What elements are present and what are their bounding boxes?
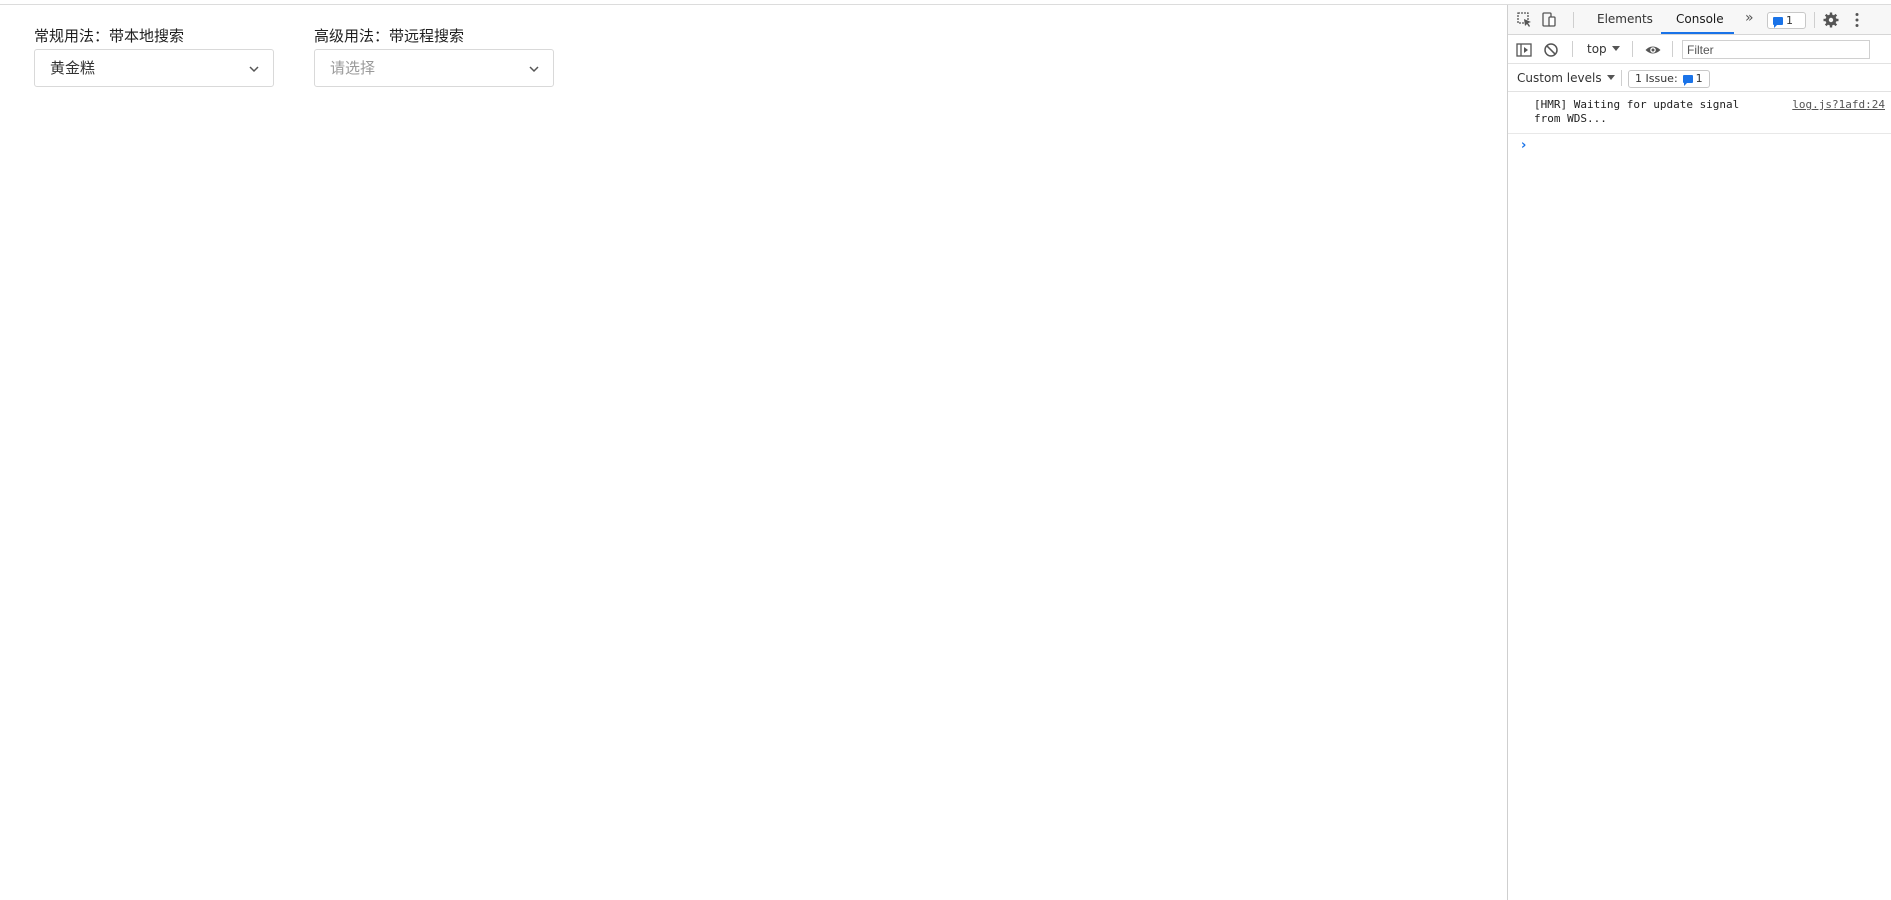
filter-input[interactable] xyxy=(1682,40,1870,59)
more-tabs-icon[interactable]: » xyxy=(1745,10,1754,26)
context-label: top xyxy=(1587,42,1607,56)
console-log-row: [HMR] Waiting for update signal from WDS… xyxy=(1508,92,1891,134)
eye-icon[interactable] xyxy=(1644,41,1662,59)
log-source-link[interactable]: log.js?1afd:24 xyxy=(1792,98,1885,112)
remote-search-field: 高级用法：带远程搜索 请选择 xyxy=(314,27,554,87)
remote-search-placeholder: 请选择 xyxy=(330,60,376,77)
chevron-down-icon xyxy=(529,66,539,73)
tab-separator xyxy=(1814,12,1815,28)
issues-count: 1 xyxy=(1695,72,1703,85)
message-icon xyxy=(1682,75,1693,86)
toolbar-separator xyxy=(1632,41,1633,57)
message-icon xyxy=(1773,17,1783,28)
context-selector[interactable]: top xyxy=(1587,42,1620,56)
kebab-menu-icon[interactable] xyxy=(1848,11,1866,29)
page-content: 常规用法：带本地搜索 黄金糕 高级用法：带远程搜索 请选择 xyxy=(0,5,1507,900)
toolbar-separator xyxy=(1621,70,1622,86)
local-search-value: 黄金糕 xyxy=(50,60,96,77)
dropdown-arrow-icon xyxy=(1606,75,1615,80)
messages-count: 1 xyxy=(1786,14,1793,27)
local-search-field: 常规用法：带本地搜索 黄金糕 xyxy=(34,27,274,87)
messages-badge[interactable]: 1 xyxy=(1767,12,1806,29)
devtools-panel: Elements Console » 1 top Filter Custom l… xyxy=(1507,5,1891,900)
log-message: [HMR] Waiting for update signal from WDS… xyxy=(1534,98,1740,125)
tab-separator xyxy=(1573,12,1574,28)
remote-search-select[interactable]: 请选择 xyxy=(314,49,554,87)
devtools-tabbar: Elements Console » 1 xyxy=(1508,5,1891,35)
levels-bar: Custom levels 1 Issue: 1 xyxy=(1508,64,1891,92)
active-tab-indicator xyxy=(1661,32,1734,34)
issues-label: 1 Issue: xyxy=(1635,72,1678,85)
toolbar-separator xyxy=(1672,41,1673,57)
device-toolbar-icon[interactable] xyxy=(1540,11,1558,29)
issues-button[interactable]: 1 Issue: 1 xyxy=(1628,70,1710,88)
log-levels-label: Custom levels xyxy=(1517,71,1602,85)
chevron-down-icon xyxy=(249,66,259,73)
inspect-element-icon[interactable] xyxy=(1516,11,1534,29)
log-levels-dropdown[interactable]: Custom levels xyxy=(1517,71,1615,85)
tab-elements[interactable]: Elements xyxy=(1597,12,1653,26)
console-prompt[interactable]: › xyxy=(1521,138,1526,153)
remote-search-label: 高级用法：带远程搜索 xyxy=(314,28,465,45)
clear-console-icon[interactable] xyxy=(1542,41,1560,59)
show-sidebar-icon[interactable] xyxy=(1515,41,1533,59)
gear-icon[interactable] xyxy=(1822,11,1840,29)
console-toolbar: top xyxy=(1508,35,1891,64)
tab-console[interactable]: Console xyxy=(1676,12,1724,26)
local-search-label: 常规用法：带本地搜索 xyxy=(34,28,185,45)
toolbar-separator xyxy=(1572,41,1573,57)
dropdown-arrow-icon xyxy=(1611,46,1620,51)
local-search-select[interactable]: 黄金糕 xyxy=(34,49,274,87)
